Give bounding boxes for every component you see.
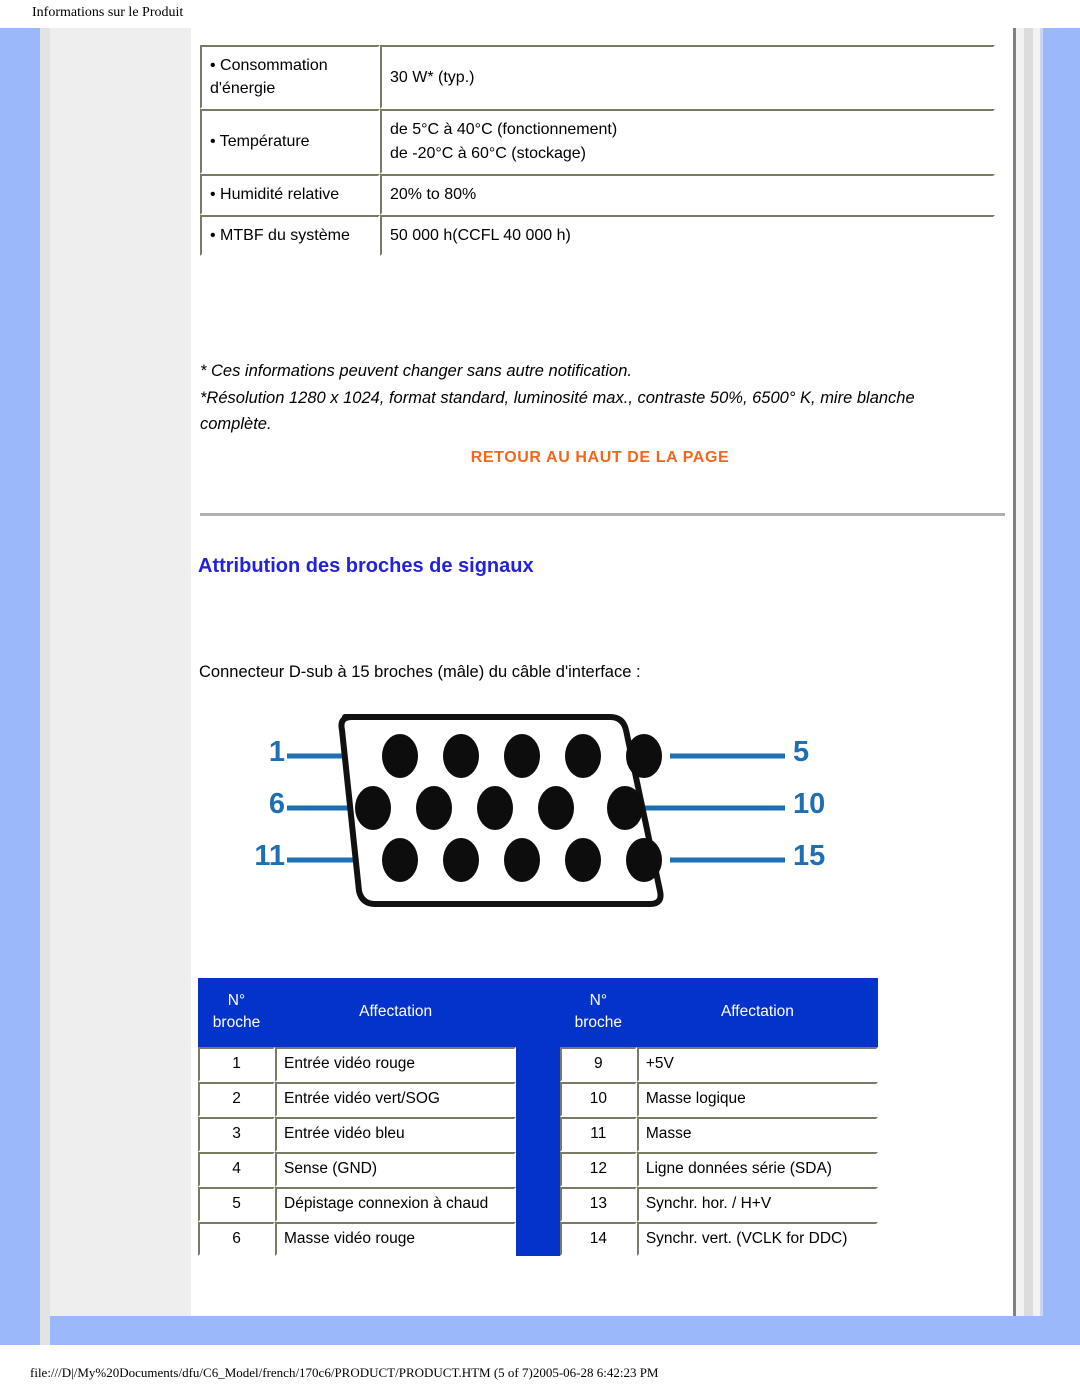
spec-key: • MTBF du système <box>200 214 380 257</box>
scrollbar-edge-blue <box>1040 28 1043 1316</box>
pin-assignment-table-wrapper: N° broche Affectation N° broche Affectat… <box>198 978 878 1257</box>
sidebar-column <box>50 28 191 1316</box>
pin-number: 10 <box>559 1081 637 1117</box>
spec-key: • Humidité relative <box>200 173 380 215</box>
page-header-title: Informations sur le Produit <box>32 5 184 20</box>
header-assignment-left: Affectation <box>275 978 517 1047</box>
pin-assignment: Sense (GND) <box>275 1151 517 1187</box>
table-row: • Consommation d'énergie 30 W* (typ.) <box>200 45 995 110</box>
pin-number: 3 <box>198 1116 275 1152</box>
print-footer: file:///D|/My%20Documents/dfu/C6_Model/f… <box>0 1345 1080 1397</box>
table-separator-column <box>516 978 560 1257</box>
pin-assignment: Ligne données série (SDA) <box>636 1151 878 1187</box>
connector-svg <box>287 714 785 907</box>
pin-number: 1 <box>198 1046 275 1082</box>
pin-number: 9 <box>559 1046 637 1082</box>
pin-number: 12 <box>559 1151 637 1187</box>
pin-number: 4 <box>198 1151 275 1187</box>
pin-label-6: 6 <box>268 788 285 820</box>
spec-key: • Température <box>200 109 380 174</box>
pin-label-1: 1 <box>268 736 285 768</box>
pin-assignment: +5V <box>636 1046 878 1082</box>
header-pin-number-left: N° broche <box>198 978 275 1047</box>
pin-number: 6 <box>198 1221 275 1257</box>
pin-number: 13 <box>559 1186 637 1222</box>
spec-value: 20% to 80% <box>380 173 995 215</box>
pin-number: 11 <box>559 1116 637 1152</box>
pin-number: 2 <box>198 1081 275 1117</box>
section-divider <box>200 513 1005 517</box>
page-title: Attribution des broches de signaux <box>198 555 534 577</box>
page-frame: • Consommation d'énergie 30 W* (typ.) • … <box>0 28 1080 1345</box>
spec-value: 50 000 h(CCFL 40 000 h) <box>380 214 995 257</box>
spec-key: • Consommation d'énergie <box>200 45 380 110</box>
left-gutter-strip <box>40 28 50 1345</box>
scrollbar-thumb[interactable] <box>1024 28 1033 1316</box>
pin-label-15: 15 <box>793 840 826 872</box>
scrollbar-track-light[interactable] <box>1016 28 1024 1316</box>
pin-assignment: Synchr. hor. / H+V <box>636 1186 878 1222</box>
specifications-table: • Consommation d'énergie 30 W* (typ.) • … <box>200 45 995 257</box>
pin-label-5: 5 <box>793 736 810 768</box>
print-header: Informations sur le Produit <box>0 0 1080 28</box>
pin-assignment: Masse <box>636 1116 878 1152</box>
header-pin-number-right: N° broche <box>559 978 637 1047</box>
pin-label-10: 10 <box>793 788 826 820</box>
vertical-scrollbar[interactable] <box>1013 28 1043 1316</box>
footnotes: * Ces informations peuvent changer sans … <box>200 358 990 438</box>
table-row: • Température de 5°C à 40°C (fonctionnem… <box>200 109 995 174</box>
table-row: • Humidité relative 20% to 80% <box>200 173 995 215</box>
footnote-line-1: * Ces informations peuvent changer sans … <box>200 362 632 380</box>
back-to-top-link[interactable]: RETOUR AU HAUT DE LA PAGE <box>200 449 1000 467</box>
pin-assignment: Masse logique <box>636 1081 878 1117</box>
pin-assignment: Masse vidéo rouge <box>275 1221 517 1257</box>
spec-value: de 5°C à 40°C (fonctionnement) de -20°C … <box>380 109 995 174</box>
header-assignment-right: Affectation <box>636 978 878 1047</box>
dsub-connector-diagram: 1 6 11 5 10 15 <box>245 703 855 918</box>
scrollbar-track-light-2[interactable] <box>1033 28 1040 1316</box>
connector-caption: Connecteur D-sub à 15 broches (mâle) du … <box>199 663 641 681</box>
table-row: • MTBF du système 50 000 h(CCFL 40 000 h… <box>200 214 995 257</box>
pin-number: 14 <box>559 1221 637 1257</box>
footnote-line-2: *Résolution 1280 x 1024, format standard… <box>200 388 915 434</box>
pin-label-11: 11 <box>254 840 285 872</box>
pin-assignment: Entrée vidéo bleu <box>275 1116 517 1152</box>
table-header-row: N° broche Affectation N° broche Affectat… <box>198 978 878 1257</box>
spec-value: 30 W* (typ.) <box>380 45 995 110</box>
pin-assignment: Entrée vidéo rouge <box>275 1046 517 1082</box>
pin-assignment: Entrée vidéo vert/SOG <box>275 1081 517 1117</box>
footer-path: file:///D|/My%20Documents/dfu/C6_Model/f… <box>30 1365 659 1380</box>
pin-assignment-table: N° broche Affectation N° broche Affectat… <box>198 978 878 1257</box>
pin-number: 5 <box>198 1186 275 1222</box>
pin-assignment: Synchr. vert. (VCLK for DDC) <box>636 1221 878 1257</box>
pin-assignment: Dépistage connexion à chaud <box>275 1186 517 1222</box>
